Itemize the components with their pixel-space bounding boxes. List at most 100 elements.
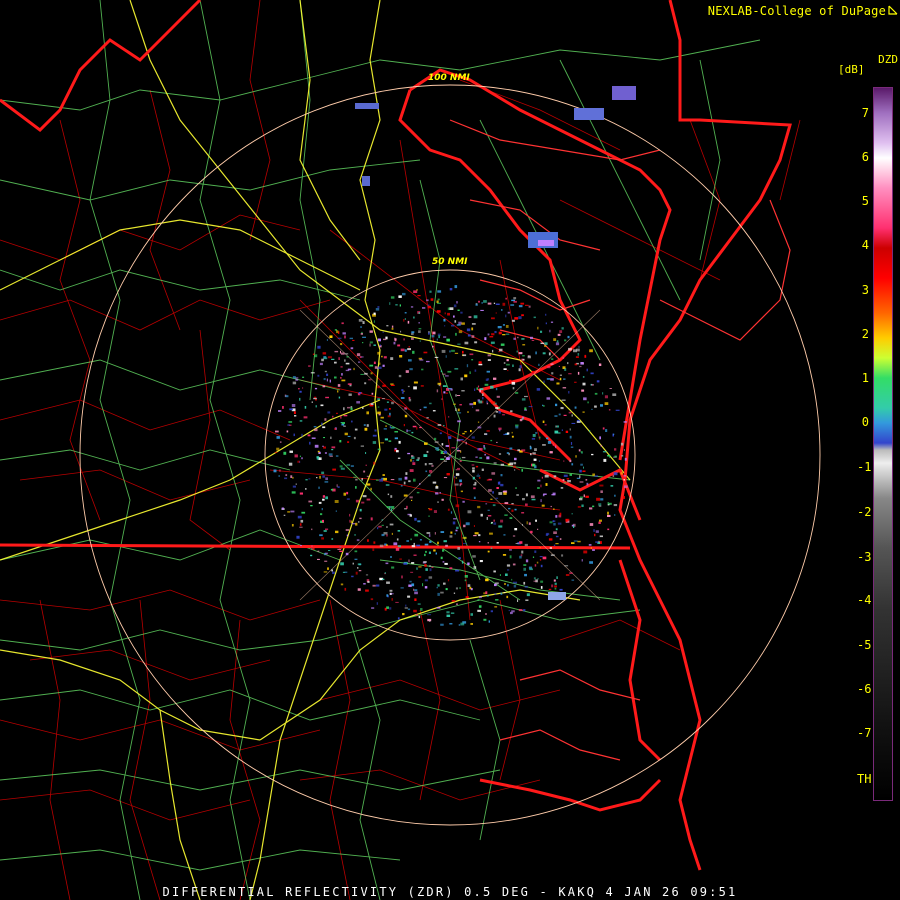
radar-echo xyxy=(498,525,503,528)
radar-echo xyxy=(503,592,506,594)
radar-echo xyxy=(413,609,417,613)
radar-echo xyxy=(588,544,592,546)
radar-echo xyxy=(446,473,450,476)
radar-echo xyxy=(384,438,388,441)
radar-echo xyxy=(356,353,361,357)
radar-echo xyxy=(557,432,561,434)
radar-echo xyxy=(447,312,450,316)
radar-echo xyxy=(475,303,478,306)
radar-echo xyxy=(539,559,542,561)
radar-echo xyxy=(398,374,402,378)
radar-echo xyxy=(390,357,394,360)
radar-echo xyxy=(292,376,296,379)
radar-echo xyxy=(569,428,571,431)
radar-echo xyxy=(620,472,623,475)
radar-echo xyxy=(413,381,418,384)
radar-echo xyxy=(448,416,450,418)
radar-echo xyxy=(428,463,433,465)
radar-echo xyxy=(347,368,352,371)
radar-echo xyxy=(320,513,323,516)
radar-echo xyxy=(305,488,307,490)
radar-echo xyxy=(495,312,497,314)
radar-echo xyxy=(302,387,304,389)
radar-echo xyxy=(341,379,346,382)
radar-echo xyxy=(553,475,557,478)
radar-echo xyxy=(407,320,410,324)
radar-echo xyxy=(366,475,370,477)
radar-echo xyxy=(403,481,406,485)
radar-echo xyxy=(308,500,313,503)
radar-echo xyxy=(528,406,533,408)
radar-echo xyxy=(512,364,514,367)
radar-echo xyxy=(437,501,439,503)
radar-echo xyxy=(528,305,531,308)
radar-echo xyxy=(480,309,484,311)
radar-echo xyxy=(424,442,428,445)
radar-echo xyxy=(612,475,615,477)
radar-echo xyxy=(337,548,341,550)
radar-echo xyxy=(322,426,326,429)
radar-echo xyxy=(418,357,423,360)
radar-echo xyxy=(534,564,537,567)
radar-echo xyxy=(486,595,489,597)
radar-echo xyxy=(360,333,363,335)
radar-echo xyxy=(553,531,557,534)
radar-echo xyxy=(478,541,481,543)
radar-echo xyxy=(335,530,339,534)
radar-echo xyxy=(539,556,543,558)
radar-echo xyxy=(387,493,390,496)
radar-echo xyxy=(404,312,407,314)
radar-echo xyxy=(390,479,395,481)
radar-echo xyxy=(546,532,550,536)
radar-echo xyxy=(451,600,456,602)
radar-echo xyxy=(345,552,349,556)
radar-echo xyxy=(317,345,321,349)
radar-echo xyxy=(579,469,582,473)
radar-echo xyxy=(584,355,587,358)
radar-echo xyxy=(495,411,499,413)
radar-echo xyxy=(416,614,418,616)
radar-echo xyxy=(477,385,480,388)
radar-echo xyxy=(377,338,381,342)
radar-echo xyxy=(369,364,374,367)
radar-echo xyxy=(589,349,593,353)
radar-echo xyxy=(583,550,588,554)
radar-echo xyxy=(474,341,478,344)
radar-echo xyxy=(440,556,443,560)
radar-echo xyxy=(376,584,380,587)
radar-echo xyxy=(477,421,480,423)
radar-echo xyxy=(429,402,432,405)
color-scale-tick: 7 xyxy=(861,106,869,120)
radar-echo xyxy=(615,409,620,411)
radar-echo xyxy=(329,379,331,383)
radar-echo xyxy=(578,449,581,452)
radar-echo xyxy=(423,561,427,563)
radar-echo xyxy=(461,322,465,325)
radar-echo xyxy=(440,370,443,373)
radar-echo xyxy=(508,609,510,612)
radar-echo xyxy=(454,532,456,535)
radar-echo xyxy=(427,614,431,616)
radar-echo xyxy=(378,413,381,416)
radar-echo xyxy=(512,563,516,566)
radar-echo xyxy=(391,566,395,569)
radar-echo xyxy=(403,319,405,322)
radar-echo xyxy=(465,441,467,445)
radar-echo xyxy=(409,496,413,499)
radar-echo xyxy=(524,573,527,577)
radar-echo xyxy=(383,428,387,430)
radar-echo xyxy=(359,508,362,512)
radar-echo xyxy=(355,508,358,510)
radar-echo xyxy=(614,455,617,457)
radar-echo xyxy=(475,465,479,468)
radar-echo xyxy=(561,399,566,401)
radar-echo xyxy=(331,449,334,451)
radar-echo xyxy=(602,427,605,430)
radar-echo xyxy=(510,304,515,306)
radar-echo xyxy=(506,595,509,599)
radar-echo xyxy=(524,543,528,547)
radar-echo xyxy=(400,330,402,333)
radar-echo xyxy=(407,608,411,611)
radar-echo xyxy=(382,364,385,367)
radar-echo xyxy=(343,407,345,411)
